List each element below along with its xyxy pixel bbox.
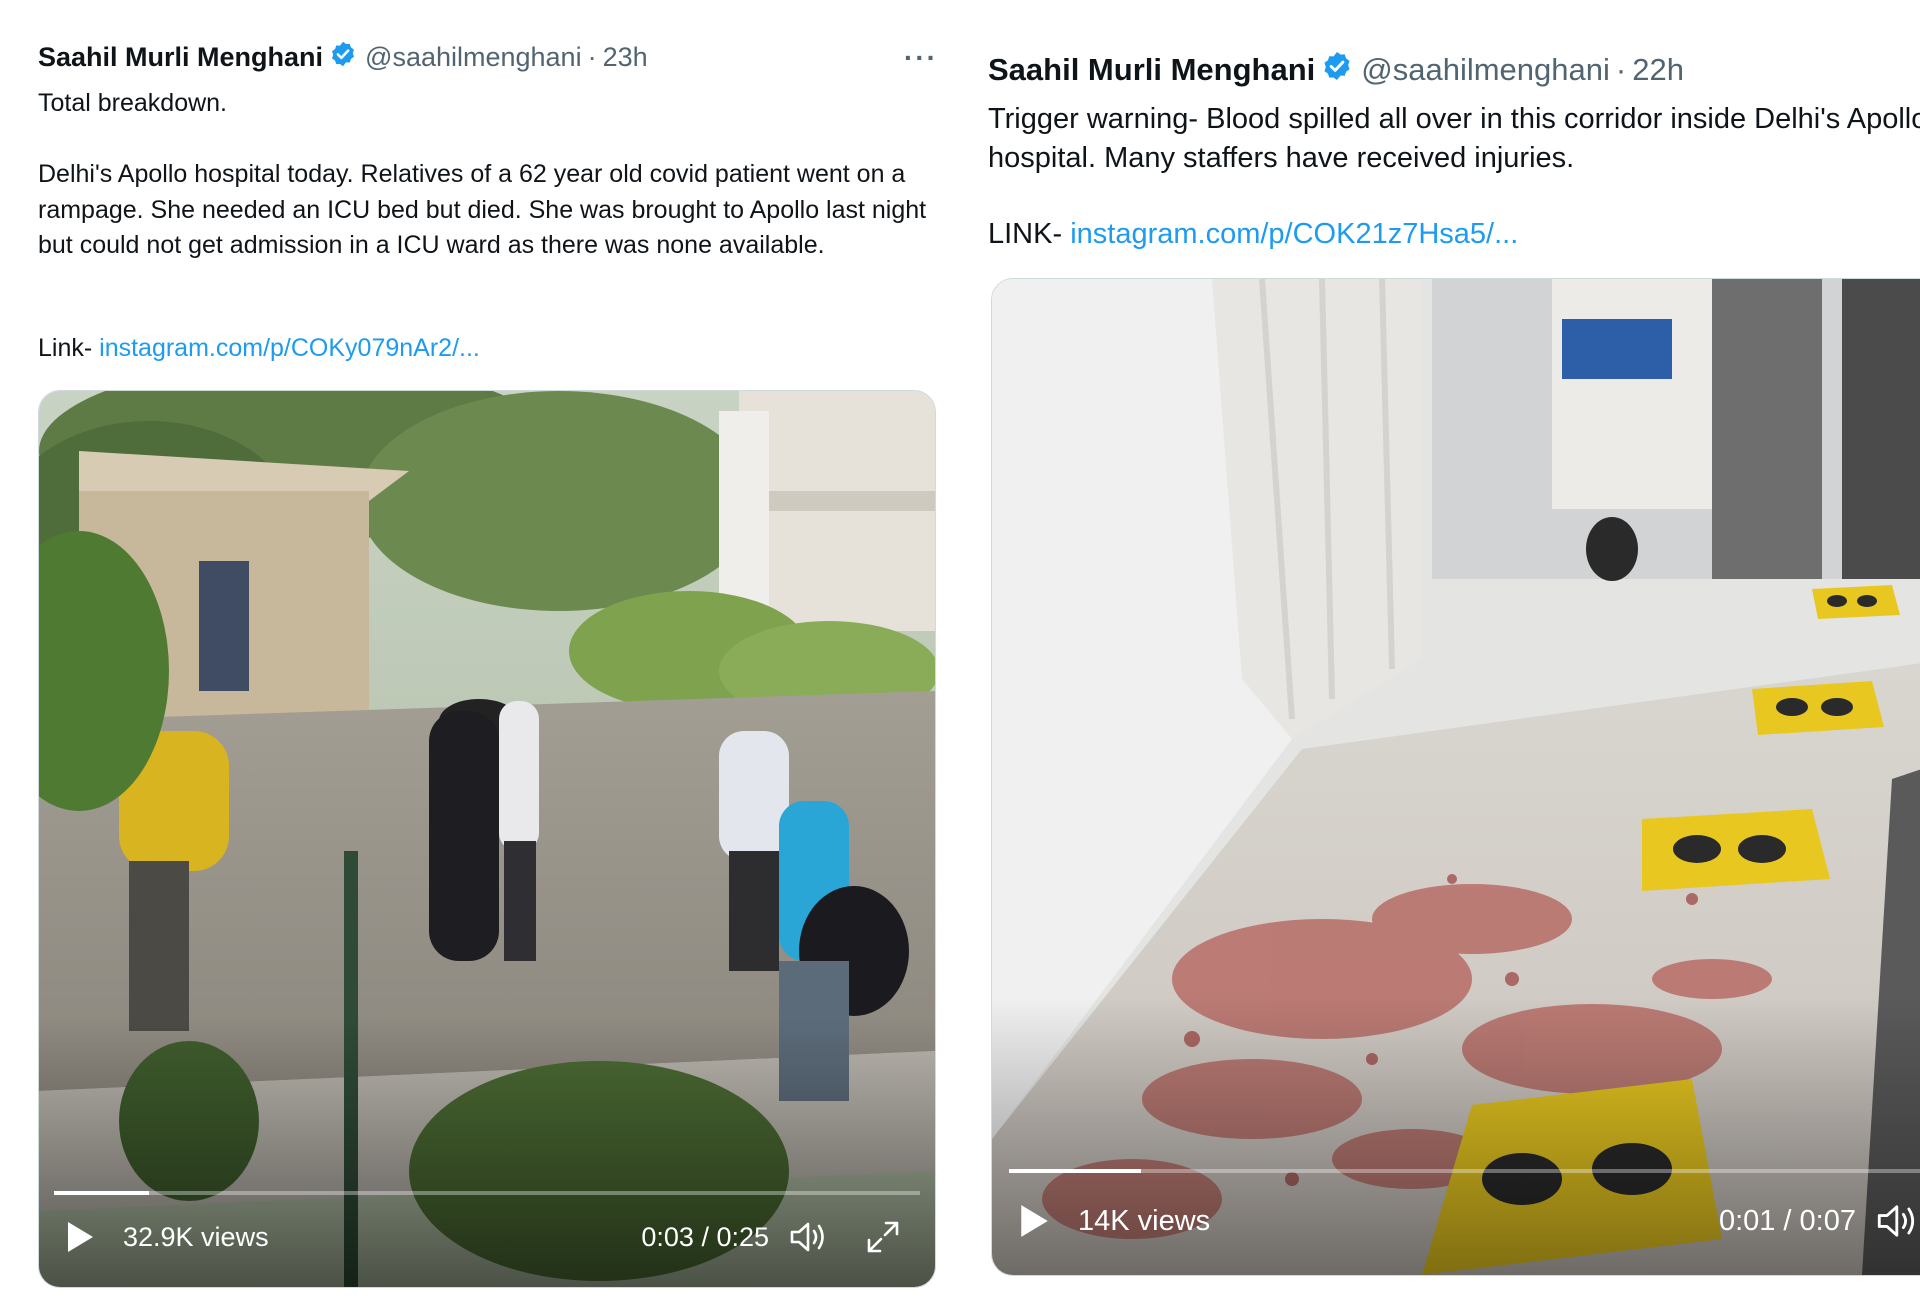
link-prefix: LINK- — [988, 218, 1071, 250]
author-name[interactable]: Saahil Murli Menghani — [988, 52, 1315, 88]
tweet-right: Saahil Murli Menghani @saahilmenghani · … — [955, 0, 1920, 1315]
video-player[interactable]: 32.9K views 0:03 / 0:25 — [38, 390, 936, 1288]
tweet-text: Trigger warning- Blood spilled all over … — [988, 103, 1920, 174]
play-icon[interactable] — [65, 1220, 95, 1254]
author-handle[interactable]: @saahilmenghani — [365, 42, 582, 73]
tweet-timestamp[interactable]: 22h — [1632, 52, 1684, 88]
instagram-link[interactable]: instagram.com/p/COKy079nAr2/... — [99, 334, 480, 362]
video-player[interactable]: 14K views 0:01 / 0:07 — [991, 278, 1920, 1276]
video-progress-fill — [54, 1191, 150, 1195]
tweet-header: Saahil Murli Menghani @saahilmenghani · … — [988, 50, 1684, 90]
verified-badge-icon — [329, 40, 357, 75]
author-name[interactable]: Saahil Murli Menghani — [38, 42, 323, 73]
tweet-header: Saahil Murli Menghani @saahilmenghani · … — [38, 40, 648, 75]
video-progress-bar[interactable] — [1009, 1169, 1920, 1173]
video-progress-fill — [1009, 1169, 1142, 1173]
verified-badge-icon — [1321, 50, 1353, 90]
video-timecode: 0:03 / 0:25 — [641, 1221, 769, 1252]
more-options-icon[interactable]: ··· — [904, 44, 938, 72]
separator-dot: · — [1615, 52, 1627, 87]
view-count: 14K views — [1078, 1204, 1211, 1237]
video-frame — [992, 279, 1920, 1275]
tweet-left: Saahil Murli Menghani @saahilmenghani · … — [0, 0, 955, 1315]
link-line: LINK- instagram.com/p/COK21z7Hsa5/... — [988, 218, 1518, 251]
view-count: 32.9K views — [123, 1221, 269, 1252]
video-progress-bar[interactable] — [54, 1191, 920, 1195]
tweet-timestamp[interactable]: 23h — [603, 42, 648, 73]
volume-icon[interactable] — [789, 1220, 831, 1254]
video-controls: 32.9K views 0:03 / 0:25 — [39, 1207, 935, 1267]
video-timecode: 0:01 / 0:07 — [1718, 1204, 1856, 1237]
play-icon[interactable] — [1018, 1203, 1050, 1239]
link-prefix: Link- — [38, 334, 100, 362]
volume-icon[interactable] — [1876, 1202, 1920, 1240]
tweet-text: Total breakdown. Delhi's Apollo hospital… — [38, 89, 927, 259]
video-controls: 14K views 0:01 / 0:07 — [992, 1191, 1920, 1251]
link-line: Link- instagram.com/p/COKy079nAr2/... — [38, 334, 480, 363]
instagram-link[interactable]: instagram.com/p/COK21z7Hsa5/... — [1070, 218, 1518, 250]
video-frame — [39, 391, 935, 1287]
fullscreen-icon[interactable] — [865, 1219, 901, 1255]
author-handle[interactable]: @saahilmenghani — [1361, 52, 1610, 88]
separator-dot: · — [587, 42, 597, 72]
